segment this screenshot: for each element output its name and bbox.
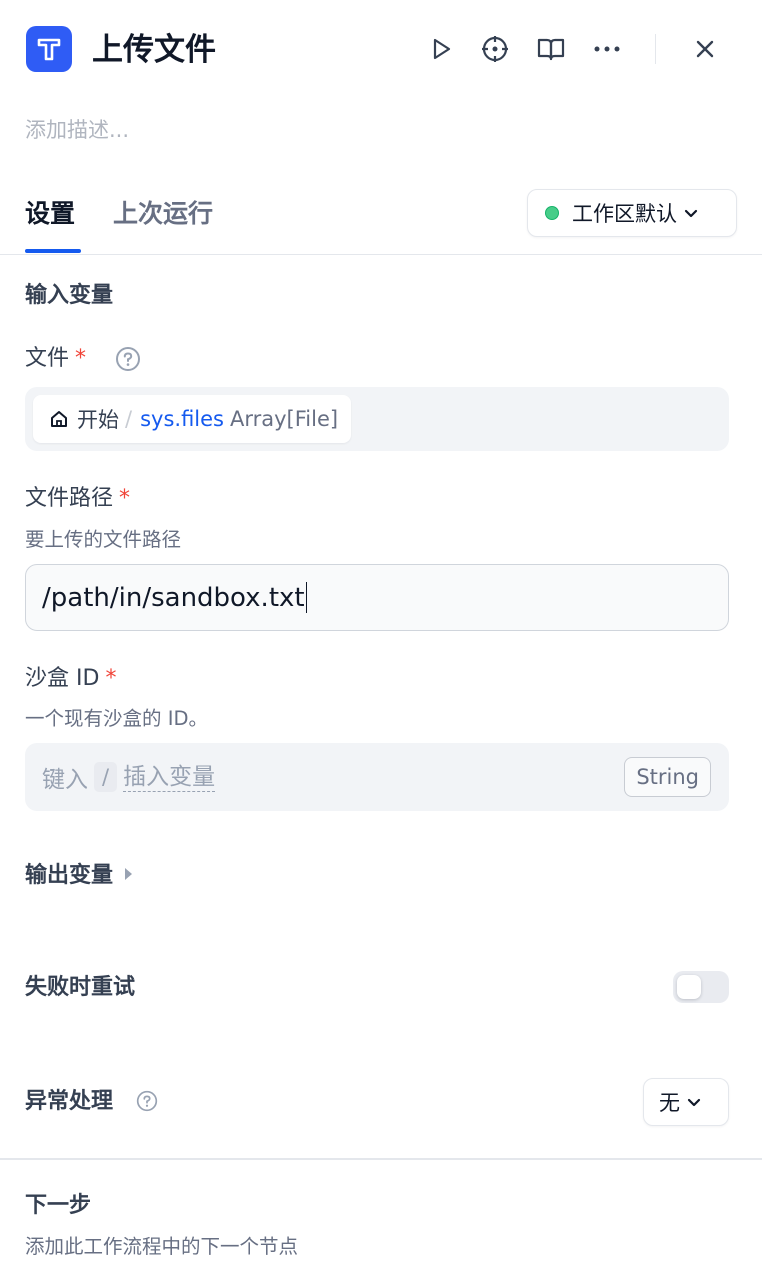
caret-right-icon [125, 868, 133, 880]
node-name: 开始 [77, 408, 119, 432]
workspace-select-label: 工作区默认 [572, 202, 677, 226]
sandbox-field-label: 沙盒 ID * [25, 666, 117, 691]
input-section-title: 输入变量 [25, 283, 114, 308]
chevron-down-icon [687, 1098, 701, 1107]
path-separator: / [125, 407, 133, 431]
variable-chip[interactable]: 开始 / sys.files Array[File] [33, 395, 352, 443]
status-dot [545, 206, 559, 220]
help-icon[interactable] [136, 1090, 158, 1112]
slash-key-hint: / [94, 762, 118, 792]
file-path-input[interactable]: /path/in/sandbox.txt [25, 564, 729, 631]
chevron-down-icon [684, 209, 698, 218]
tab-last-run[interactable]: 上次运行 [113, 194, 213, 234]
description-input[interactable]: 添加描述... [25, 114, 129, 146]
panel-header: 上传文件 [0, 0, 762, 100]
next-step-description: 添加此工作流程中的下一个节点 [25, 1235, 299, 1258]
docs-icon[interactable] [536, 30, 566, 68]
help-icon[interactable] [115, 346, 141, 372]
locate-icon[interactable] [480, 30, 510, 68]
path-field-label: 文件路径 * [25, 486, 131, 511]
error-handling-label: 异常处理 [25, 1089, 114, 1114]
required-mark: * [75, 346, 87, 371]
active-tab-indicator [25, 249, 81, 253]
section-divider [0, 1158, 762, 1160]
path-field-hint: 要上传的文件路径 [25, 528, 182, 551]
text-caret [305, 582, 308, 613]
header-divider [655, 34, 656, 64]
workspace-select[interactable]: 工作区默认 [527, 189, 737, 237]
sandbox-input-placeholder: 键入 / 插入变量 [42, 762, 216, 793]
retry-label: 失败时重试 [25, 975, 136, 1000]
text-node-icon [37, 38, 61, 61]
retry-toggle[interactable] [673, 971, 729, 1003]
required-mark: * [105, 666, 117, 691]
sandbox-id-input[interactable]: 键入 / 插入变量 String [25, 743, 729, 811]
next-step-title: 下一步 [25, 1193, 92, 1218]
file-path-value: /path/in/sandbox.txt [42, 582, 305, 613]
tab-settings[interactable]: 设置 [25, 194, 75, 234]
variable-type: Array[File] [230, 407, 339, 431]
file-variable-box[interactable]: 开始 / sys.files Array[File] [25, 387, 729, 451]
node-title[interactable]: 上传文件 [92, 28, 216, 72]
node-logo [26, 26, 72, 72]
more-icon[interactable] [592, 30, 622, 68]
close-icon[interactable] [690, 30, 720, 68]
toggle-knob [677, 975, 701, 999]
error-handling-value: 无 [659, 1091, 680, 1115]
sandbox-field-hint: 一个现有沙盒的 ID。 [25, 707, 208, 730]
type-badge: String [624, 757, 711, 797]
insert-variable-hint: 插入变量 [123, 763, 216, 792]
required-mark: * [119, 486, 131, 511]
run-icon[interactable] [426, 30, 456, 68]
variable-name: sys.files [140, 407, 224, 431]
tab-bar: 设置 上次运行 工作区默认 [0, 180, 762, 255]
home-icon [51, 411, 67, 427]
file-field-label: 文件 * [25, 346, 87, 371]
error-handling-select[interactable]: 无 [643, 1078, 729, 1126]
output-section-toggle[interactable]: 输出变量 [25, 860, 133, 892]
